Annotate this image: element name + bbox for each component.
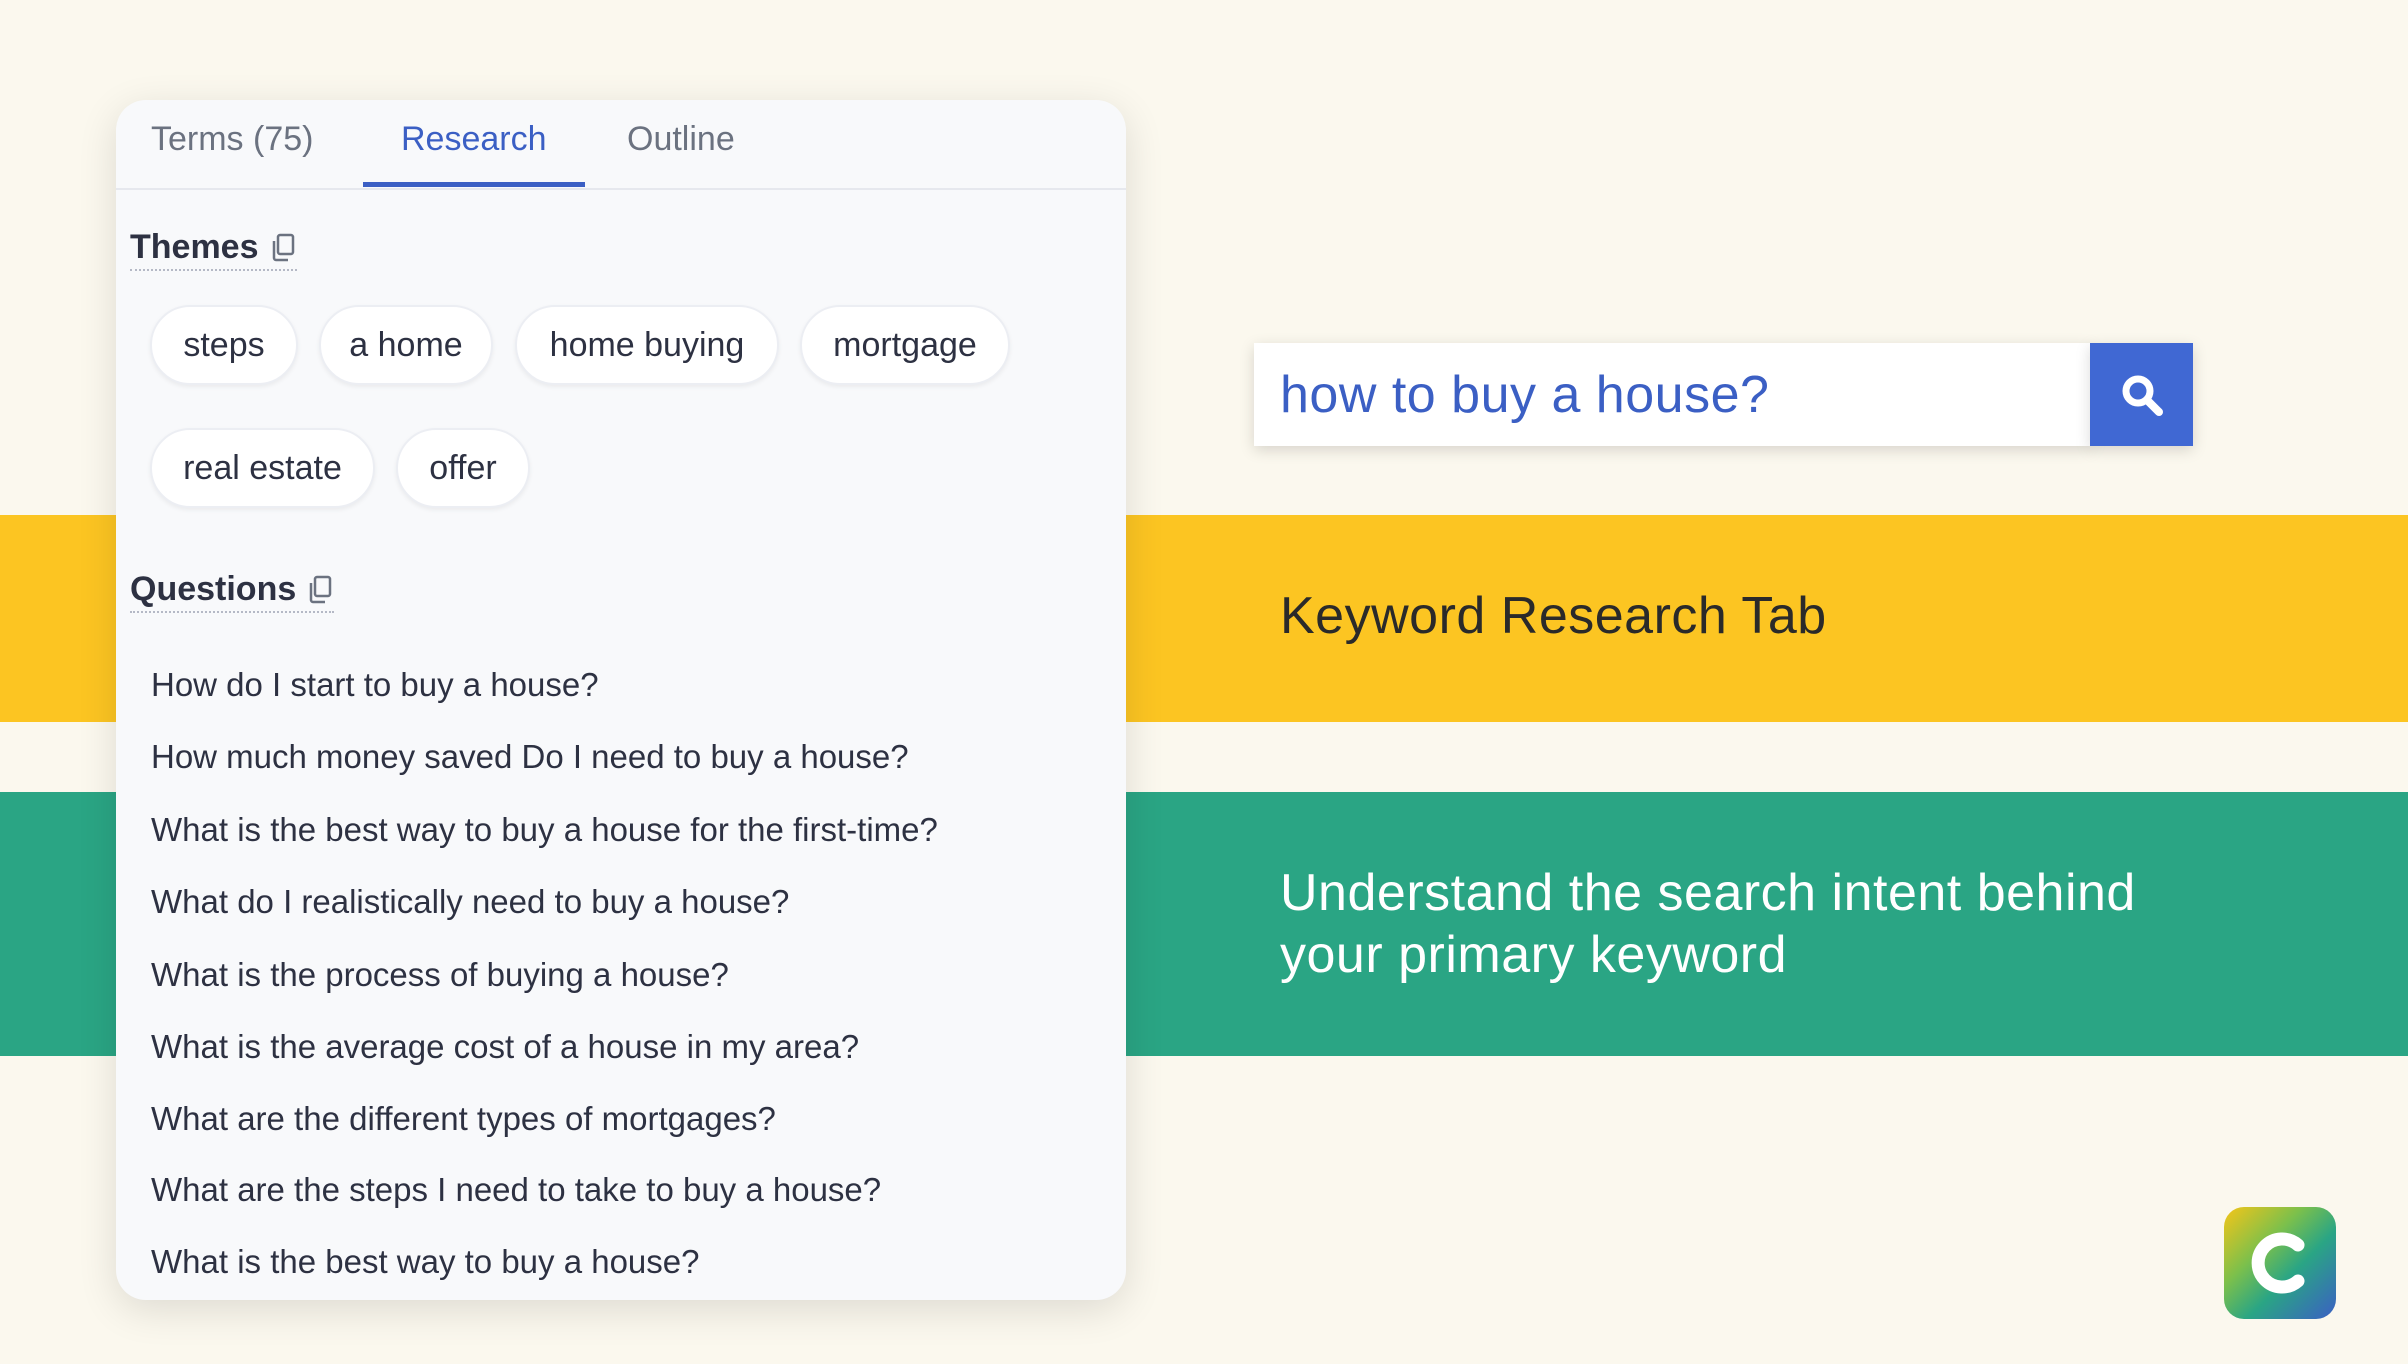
questions-heading-label: Questions <box>130 570 297 608</box>
banner-title: Keyword Research Tab <box>1280 587 1827 645</box>
question-item[interactable]: How much money saved Do I need to buy a … <box>151 738 909 776</box>
questions-heading: Questions <box>130 570 335 613</box>
research-panel: Terms (75) Research Outline Themes steps… <box>116 100 1126 1300</box>
question-item[interactable]: What is the best way to buy a house? <box>151 1243 699 1281</box>
question-item[interactable]: What is the average cost of a house in m… <box>151 1028 859 1066</box>
search-input[interactable]: how to buy a house? <box>1254 343 2092 446</box>
brand-logo-icon <box>2224 1207 2336 1319</box>
copy-icon[interactable] <box>306 575 334 605</box>
active-tab-indicator <box>363 182 585 187</box>
banner-subtitle-line-1: Understand the search intent behind <box>1280 864 2136 922</box>
tab-bar: Terms (75) Research Outline <box>116 100 1126 190</box>
banner-subtitle-line-2: your primary keyword <box>1280 926 1788 984</box>
themes-heading-label: Themes <box>130 228 259 266</box>
logo-letter-c <box>2251 1232 2305 1294</box>
question-item[interactable]: What is the process of buying a house? <box>151 956 729 994</box>
question-item[interactable]: What is the best way to buy a house for … <box>151 811 938 849</box>
themes-heading: Themes <box>130 228 297 271</box>
search-icon <box>2122 375 2163 416</box>
copy-icon[interactable] <box>269 233 297 263</box>
question-item[interactable]: How do I start to buy a house? <box>151 666 599 704</box>
tab-outline[interactable]: Outline <box>627 120 735 159</box>
question-item[interactable]: What are the different types of mortgage… <box>151 1100 776 1138</box>
tab-terms[interactable]: Terms (75) <box>151 120 313 159</box>
theme-pill[interactable]: real estate <box>150 428 375 508</box>
tab-research[interactable]: Research <box>401 120 547 159</box>
search-query-text: how to buy a house? <box>1280 365 1770 424</box>
banner-subtitle: Understand the search intent behind your… <box>1280 862 2230 986</box>
theme-pill[interactable]: home buying <box>515 305 779 385</box>
question-item[interactable]: What do I realistically need to buy a ho… <box>151 883 789 921</box>
theme-pill[interactable]: a home <box>319 305 493 385</box>
question-item[interactable]: What are the steps I need to take to buy… <box>151 1171 881 1209</box>
theme-pill[interactable]: steps <box>150 305 298 385</box>
theme-pill[interactable]: mortgage <box>800 305 1010 385</box>
search-button[interactable] <box>2090 343 2193 446</box>
theme-pill[interactable]: offer <box>396 428 530 508</box>
